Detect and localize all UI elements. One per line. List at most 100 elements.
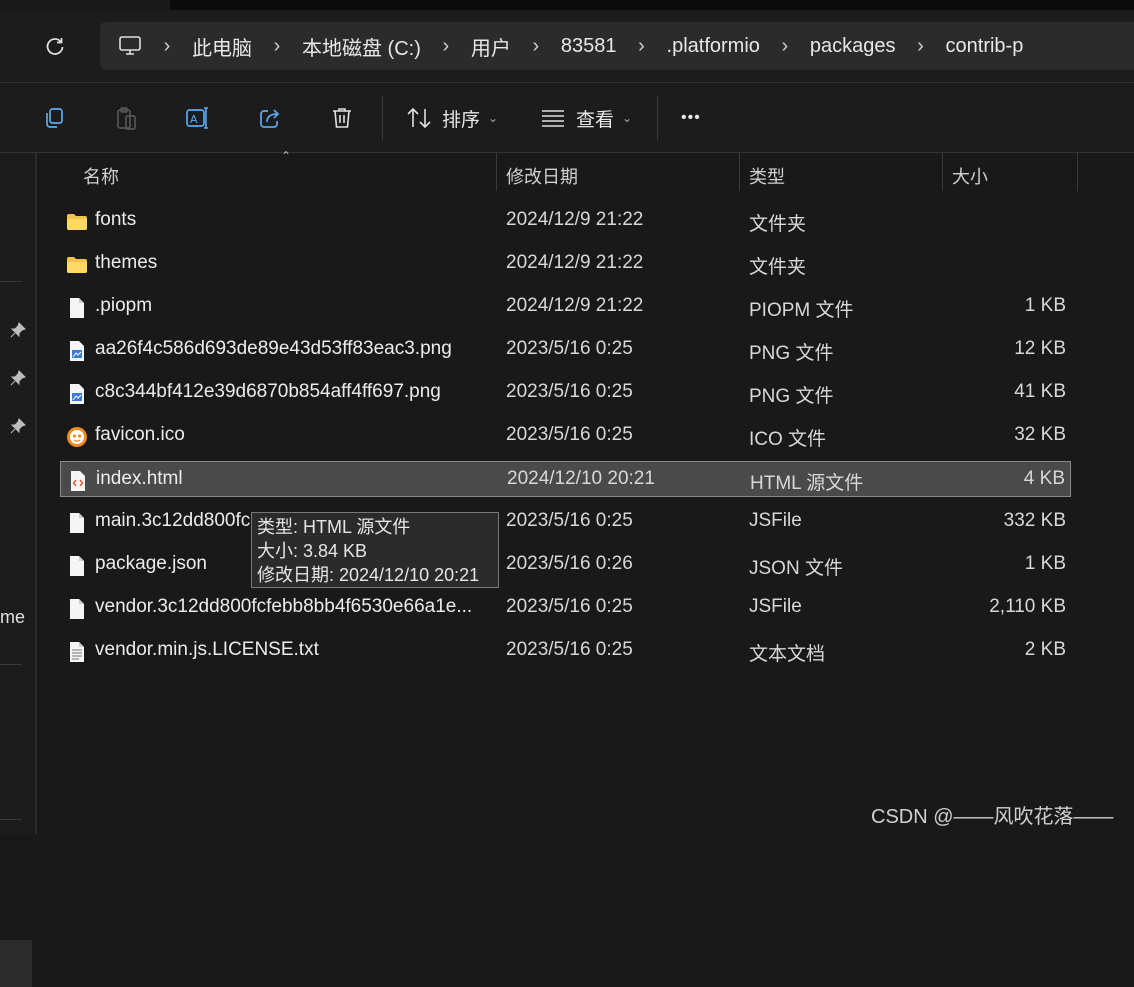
nav-item-label[interactable]: me <box>0 607 25 628</box>
file-name: aa26f4c586d693de89e43d53ff83eac3.png <box>95 338 452 359</box>
file-row[interactable]: package.json 2023/5/16 0:26 JSON 文件 1 KB <box>60 547 1071 583</box>
navigation-pane <box>0 153 34 987</box>
view-button[interactable]: 查看 ⌄ <box>540 101 632 135</box>
chevron-right-icon[interactable]: › <box>421 35 471 58</box>
chevron-down-icon: ⌄ <box>488 111 499 125</box>
file-name: vendor.3c12dd800fcfebb8bb4f6530e66a1e... <box>95 596 473 617</box>
crumb-this-pc[interactable]: 此电脑 <box>192 32 252 61</box>
toolbar-separator <box>382 96 383 140</box>
sort-ascending-icon: ⌃ <box>281 149 292 163</box>
chevron-right-icon[interactable]: › <box>760 35 810 58</box>
file-type: HTML 源文件 <box>750 473 864 494</box>
file-name: fonts <box>95 209 137 230</box>
file-size: 41 KB <box>1014 381 1066 402</box>
computer-crumb[interactable] <box>118 35 142 57</box>
file-icon <box>66 598 88 620</box>
file-row[interactable]: favicon.ico 2023/5/16 0:25 ICO 文件 32 KB <box>60 418 1071 454</box>
chevron-right-icon[interactable]: › <box>252 35 302 58</box>
delete-button[interactable] <box>327 103 357 133</box>
text-file-icon <box>66 641 88 663</box>
file-name: main.3c12dd800fc <box>95 510 251 531</box>
column-header-row: ⌃ 名称 修改日期 类型 大小 <box>37 149 1134 195</box>
file-date: 2023/5/16 0:25 <box>506 424 633 445</box>
pin-icon[interactable] <box>10 418 26 434</box>
file-date: 2023/5/16 0:25 <box>506 639 633 660</box>
sort-icon <box>407 107 431 129</box>
chevron-right-icon[interactable]: › <box>511 35 561 58</box>
file-date: 2023/5/16 0:25 <box>506 596 633 617</box>
file-type: JSFile <box>749 510 802 531</box>
tooltip-date: 修改日期: 2024/12/10 20:21 <box>257 565 480 585</box>
column-divider[interactable] <box>739 153 740 191</box>
file-row[interactable]: vendor.min.js.LICENSE.txt 2023/5/16 0:25 文… <box>60 633 1071 669</box>
chevron-right-icon[interactable]: › <box>896 35 946 58</box>
crumb-local-disk[interactable]: 本地磁盘 (C:) <box>302 32 421 61</box>
file-row[interactable]: index.html 2024/12/10 20:21 HTML 源文件 4 KB <box>60 461 1071 497</box>
crumb-platformio[interactable]: .platformio <box>667 35 760 58</box>
column-header-name[interactable]: 名称 <box>83 163 119 189</box>
file-size: 4 KB <box>1023 468 1065 489</box>
chevron-right-icon[interactable]: › <box>142 35 192 58</box>
column-divider[interactable] <box>496 153 497 191</box>
file-icon <box>66 555 88 577</box>
chevron-right-icon[interactable]: › <box>617 35 667 58</box>
tooltip-size: 大小: 3.84 KB <box>257 541 368 561</box>
more-options-button[interactable]: ••• <box>681 101 701 135</box>
pin-icon[interactable] <box>10 322 26 338</box>
nav-item-highlight[interactable] <box>0 940 32 987</box>
crumb-contrib[interactable]: contrib-p <box>946 35 1024 58</box>
address-bar[interactable]: › 此电脑 › 本地磁盘 (C:) › 用户 › 83581 › .platfo… <box>100 22 1134 70</box>
command-toolbar: A 排序 ⌄ 查看 ⌄ ••• <box>0 83 1134 153</box>
refresh-button[interactable] <box>40 32 70 62</box>
column-header-date[interactable]: 修改日期 <box>506 163 578 189</box>
file-row[interactable]: .piopm 2024/12/9 21:22 PIOPM 文件 1 KB <box>60 289 1071 325</box>
file-name: package.json <box>95 553 207 574</box>
file-date: 2024/12/9 21:22 <box>506 209 644 230</box>
file-size: 1 KB <box>1024 553 1066 574</box>
pin-icon[interactable] <box>10 370 26 386</box>
file-row[interactable]: c8c344bf412e39d6870b854aff4ff697.png 2023… <box>60 375 1071 411</box>
crumb-packages[interactable]: packages <box>810 35 896 58</box>
file-row[interactable]: vendor.3c12dd800fcfebb8bb4f6530e66a1e...… <box>60 590 1071 626</box>
crumb-users[interactable]: 用户 <box>471 32 511 61</box>
file-row[interactable]: themes 2024/12/9 21:22 文件夹 <box>60 246 1071 282</box>
html-file-icon <box>67 470 89 492</box>
paste-icon <box>117 107 136 130</box>
copy-button[interactable] <box>39 103 69 133</box>
file-row[interactable]: fonts 2024/12/9 21:22 文件夹 <box>60 203 1071 239</box>
file-date: 2024/12/9 21:22 <box>506 252 644 273</box>
file-icon <box>66 297 88 319</box>
share-icon <box>260 109 280 128</box>
column-header-size[interactable]: 大小 <box>952 163 988 189</box>
file-date: 2023/5/16 0:25 <box>506 338 633 359</box>
share-button[interactable] <box>255 103 285 133</box>
delete-icon <box>333 108 351 128</box>
view-label: 查看 <box>576 109 615 131</box>
crumb-user-folder[interactable]: 83581 <box>561 35 617 58</box>
computer-icon <box>119 36 141 55</box>
window-top-strip <box>170 0 1134 10</box>
file-date: 2023/5/16 0:26 <box>506 553 633 574</box>
file-date: 2023/5/16 0:25 <box>506 381 633 402</box>
favicon-icon <box>66 426 88 448</box>
file-row[interactable]: aa26f4c586d693de89e43d53ff83eac3.png 2023… <box>60 332 1071 368</box>
paste-button[interactable] <box>111 103 141 133</box>
file-icon <box>66 512 88 534</box>
file-date: 2024/12/10 20:21 <box>507 468 655 489</box>
pane-splitter[interactable] <box>35 153 37 834</box>
column-header-type[interactable]: 类型 <box>749 163 785 189</box>
file-type: PNG 文件 <box>749 386 834 407</box>
rename-button[interactable]: A <box>183 103 213 133</box>
file-name: favicon.ico <box>95 424 185 445</box>
watermark: CSDN @——风吹花落—— <box>871 806 1114 828</box>
file-name: index.html <box>96 468 183 489</box>
file-row[interactable]: main.3c12dd800fc 2023/5/16 0:25 JSFile 332 … <box>60 504 1071 540</box>
column-divider[interactable] <box>1077 153 1078 191</box>
sort-button[interactable]: 排序 ⌄ <box>406 101 498 135</box>
sort-label: 排序 <box>442 109 481 131</box>
folder-icon <box>66 211 88 233</box>
address-row: › 此电脑 › 本地磁盘 (C:) › 用户 › 83581 › .platfo… <box>0 10 1134 82</box>
file-size: 1 KB <box>1024 295 1066 316</box>
column-divider[interactable] <box>942 153 943 191</box>
file-date: 2024/12/9 21:22 <box>506 295 644 316</box>
